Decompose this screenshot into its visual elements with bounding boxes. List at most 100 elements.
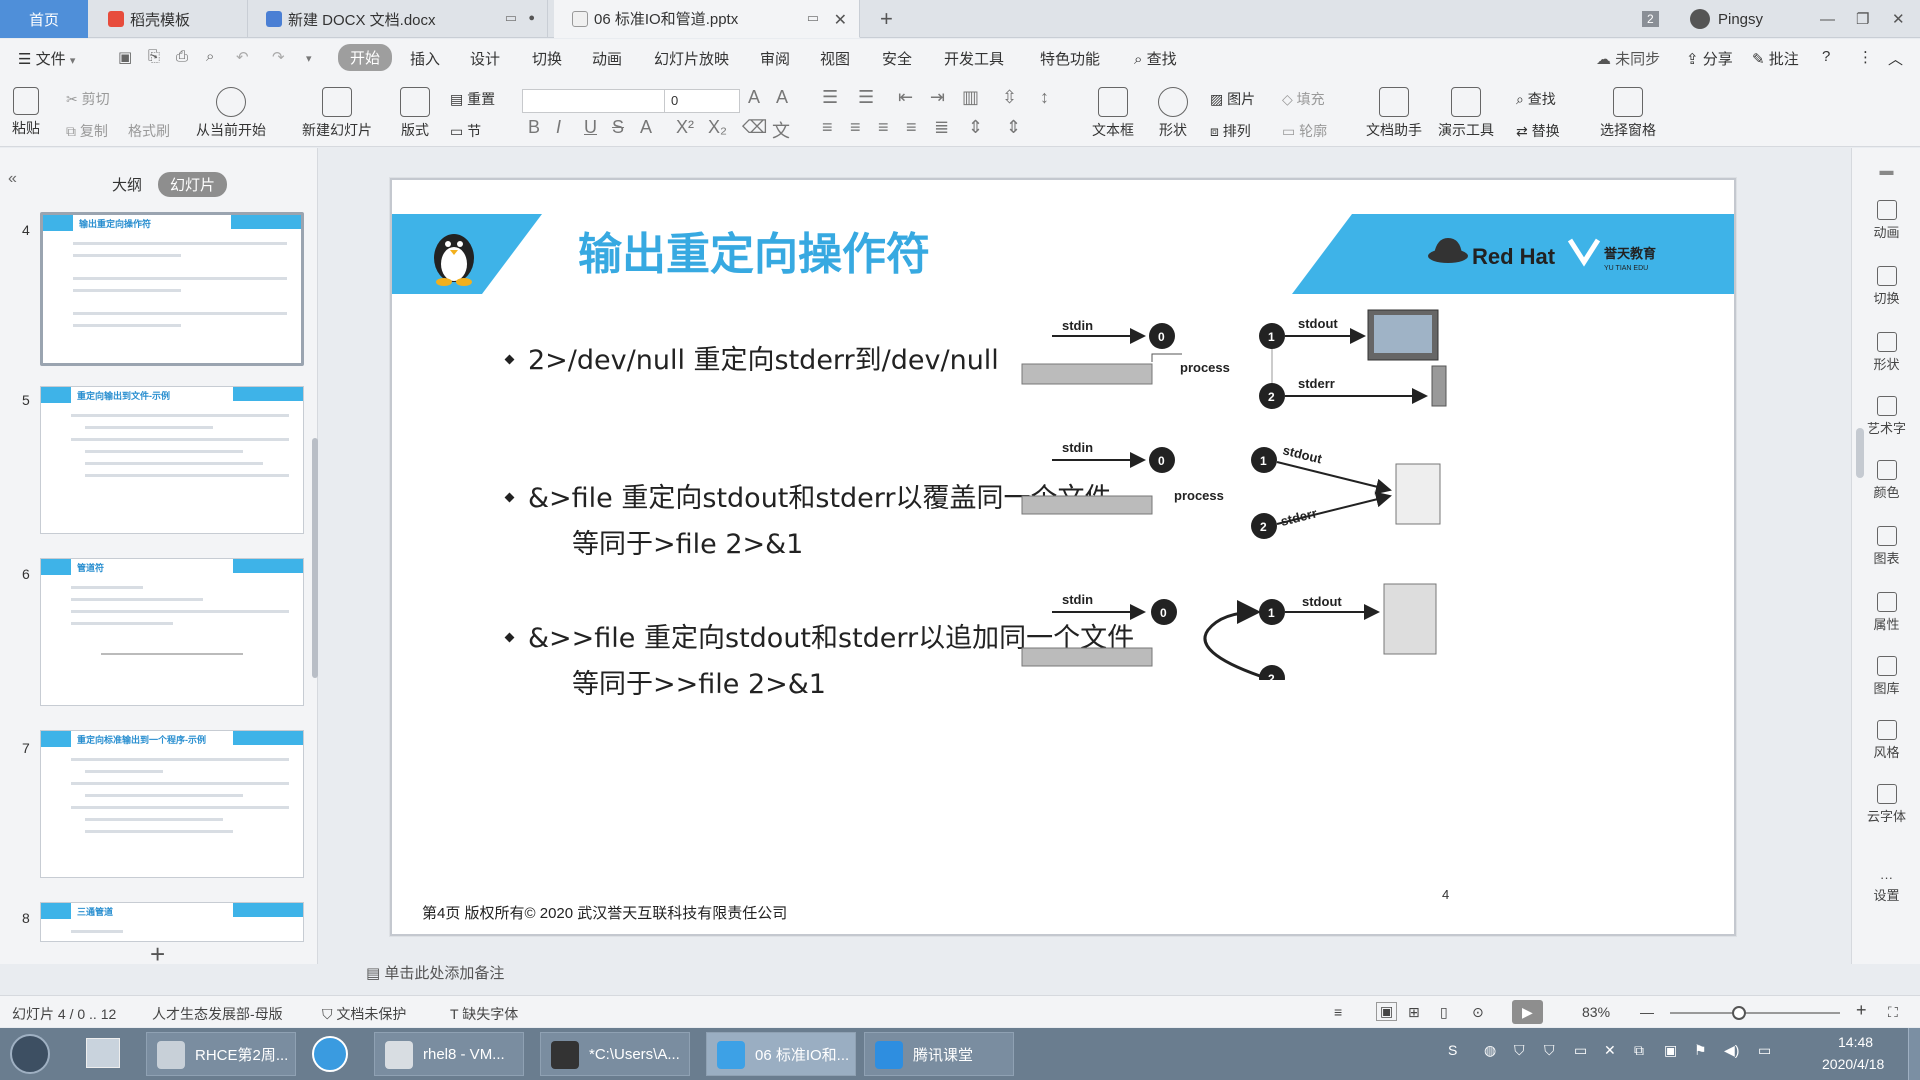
share-button[interactable]: ⇪ 分享 xyxy=(1686,48,1733,69)
menu-slideshow[interactable]: 幻灯片放映 xyxy=(654,48,729,69)
window-icon[interactable]: ▭ xyxy=(807,10,819,26)
reset-button[interactable]: ▤ 重置 xyxy=(450,89,495,109)
sidebar-style[interactable]: 风格 xyxy=(1852,720,1920,761)
zoom-in-icon[interactable]: + xyxy=(1856,1000,1867,1021)
align-right-icon[interactable]: ≡ xyxy=(878,117,889,138)
sidebar-transition[interactable]: 切换 xyxy=(1852,266,1920,307)
print-icon[interactable]: ⎙ xyxy=(176,48,188,65)
outline-button[interactable]: ▭ 轮廓 xyxy=(1282,121,1327,141)
copy-button[interactable]: ⧉ 复制 xyxy=(66,121,108,141)
tab-pptx[interactable]: 06 标准IO和管道.pptx ▭ ✕ xyxy=(554,0,860,38)
strikethrough-icon[interactable]: S xyxy=(612,117,624,138)
tab-slides[interactable]: 幻灯片 xyxy=(158,172,228,197)
doc-protect-status[interactable]: ⛉ 文档未保护 xyxy=(322,1004,406,1024)
bullets-icon[interactable]: ☰ xyxy=(822,87,838,108)
tab-template[interactable]: 稻壳模板 xyxy=(90,0,248,38)
picture-button[interactable]: ▨ 图片 xyxy=(1210,89,1255,109)
menu-home[interactable]: 开始 xyxy=(338,44,393,71)
slide-thumbnail-8[interactable]: 三通管道 xyxy=(40,902,304,942)
sidebar-gallery[interactable]: 图库 xyxy=(1852,656,1920,697)
cut-button[interactable]: ✂ 剪切 xyxy=(66,89,110,109)
zoom-slider[interactable] xyxy=(1670,1012,1840,1014)
taskbar-item-vmware[interactable]: rhel8 - VM... xyxy=(374,1032,524,1076)
taskbar-item-terminal[interactable]: *C:\Users\A... xyxy=(540,1032,690,1076)
superscript-icon[interactable]: X² xyxy=(676,117,694,138)
explorer-icon[interactable] xyxy=(86,1038,120,1068)
arrange-button[interactable]: ⧈ 排列 xyxy=(1210,121,1251,141)
selection-pane-button[interactable]: 选择窗格 xyxy=(1600,87,1656,140)
sidebar-cloud-font[interactable]: 云字体 xyxy=(1852,784,1920,825)
input-method-icon[interactable]: S xyxy=(1448,1042,1457,1058)
find-button[interactable]: ⌕ 查找 xyxy=(1516,89,1556,109)
new-tab-button[interactable]: + xyxy=(880,0,893,38)
normal-view-icon[interactable]: ▣ xyxy=(1376,1002,1398,1021)
comment-button[interactable]: ✎ 批注 xyxy=(1752,48,1799,69)
sidebar-settings[interactable]: ··· 设置 xyxy=(1852,870,1920,904)
underline-icon[interactable]: U xyxy=(584,117,597,138)
flag-icon[interactable]: ⚑ xyxy=(1694,1042,1707,1059)
canvas-scrollbar[interactable] xyxy=(1856,428,1864,478)
menu-transition[interactable]: 切换 xyxy=(532,48,562,69)
taskbar-item-wps[interactable]: 06 标准IO和... xyxy=(706,1032,856,1076)
textbox-button[interactable]: 文本框 xyxy=(1092,87,1134,140)
security-icon[interactable]: ⛉ xyxy=(1514,1042,1525,1059)
subscript-icon[interactable]: X₂ xyxy=(708,117,727,138)
preview-icon[interactable]: ⌕ xyxy=(206,48,214,65)
presenter-view-icon[interactable]: ⊙ xyxy=(1472,1004,1484,1021)
layout-button[interactable]: 版式 xyxy=(400,87,430,140)
menu-developer[interactable]: 开发工具 xyxy=(944,48,1004,69)
collapse-ribbon-icon[interactable]: ︿ xyxy=(1888,48,1903,69)
align-text-icon[interactable]: ⇕ xyxy=(1006,117,1021,138)
sidebar-shape[interactable]: 形状 xyxy=(1852,332,1920,373)
collapse-panel-icon[interactable]: « xyxy=(8,170,17,188)
notes-toggle-icon[interactable]: ≡ xyxy=(1334,1004,1342,1020)
help-icon[interactable]: ? xyxy=(1822,48,1830,65)
user-account[interactable]: Pingsy xyxy=(1690,0,1763,38)
save-icon[interactable]: ▣ xyxy=(118,48,132,66)
window-icon[interactable]: ▭ xyxy=(505,10,517,26)
menu-view[interactable]: 视图 xyxy=(820,48,850,69)
slide-thumbnail-6[interactable]: 管道符 xyxy=(40,558,304,706)
italic-icon[interactable]: I xyxy=(556,117,561,138)
format-painter-button[interactable]: 格式刷 xyxy=(128,121,170,141)
start-from-current-button[interactable]: 从当前开始 xyxy=(196,87,266,140)
sidebar-chart[interactable]: 图表 xyxy=(1852,526,1920,567)
slide-sorter-icon[interactable]: ⊞ xyxy=(1408,1004,1420,1021)
start-button[interactable] xyxy=(10,1034,50,1074)
justify-icon[interactable]: ≡ xyxy=(906,117,917,138)
redo-icon[interactable]: ↷ xyxy=(272,48,285,66)
numbering-icon[interactable]: ☰ xyxy=(858,87,874,108)
indent-decrease-icon[interactable]: ⇤ xyxy=(898,87,913,108)
tab-outline[interactable]: 大纲 xyxy=(112,174,142,195)
skype-icon[interactable] xyxy=(312,1036,348,1072)
shape-button[interactable]: 形状 xyxy=(1158,87,1188,140)
show-desktop-button[interactable] xyxy=(1908,1028,1920,1080)
page-count-badge[interactable]: 2 xyxy=(1642,0,1659,38)
quick-access-chevron-icon[interactable]: ▾ xyxy=(306,52,312,65)
sidebar-animation[interactable]: 动画 xyxy=(1852,200,1920,241)
line-spacing-icon[interactable]: ↕ xyxy=(1040,87,1049,108)
clock-time[interactable]: 14:48 xyxy=(1838,1034,1873,1050)
columns-icon[interactable]: ▥ xyxy=(962,87,979,108)
shield-icon[interactable]: ⛉ xyxy=(1544,1042,1555,1059)
sync-status[interactable]: ☁ 未同步 xyxy=(1596,48,1660,69)
tray-app-icon[interactable]: ◍ xyxy=(1484,1042,1496,1059)
restore-icon[interactable]: ❐ xyxy=(1856,0,1869,38)
presentation-tools-button[interactable]: 演示工具 xyxy=(1438,87,1494,140)
tab-docx[interactable]: 新建 DOCX 文档.docx ▭ ● xyxy=(248,0,548,38)
display-icon[interactable]: ▭ xyxy=(1758,1042,1771,1059)
menu-review[interactable]: 审阅 xyxy=(760,48,790,69)
clock-date[interactable]: 2020/4/18 xyxy=(1822,1056,1884,1072)
play-slideshow-button[interactable]: ▶ xyxy=(1512,1000,1543,1024)
more-icon[interactable]: ⋮ xyxy=(1858,48,1873,66)
new-slide-button[interactable]: 新建幻灯片 xyxy=(302,87,372,140)
volume-icon[interactable]: ◀) xyxy=(1724,1042,1739,1059)
eraser-icon[interactable]: ⌫ xyxy=(742,117,767,138)
device-icon[interactable]: ▣ xyxy=(1664,1042,1677,1059)
thumbnail-scrollbar[interactable] xyxy=(312,438,318,678)
menu-insert[interactable]: 插入 xyxy=(410,48,440,69)
template-name[interactable]: 人才生态发展部-母版 xyxy=(152,1004,283,1024)
menu-design[interactable]: 设计 xyxy=(470,48,500,69)
font-family-select[interactable] xyxy=(522,89,666,113)
minimize-icon[interactable]: — xyxy=(1820,0,1835,38)
